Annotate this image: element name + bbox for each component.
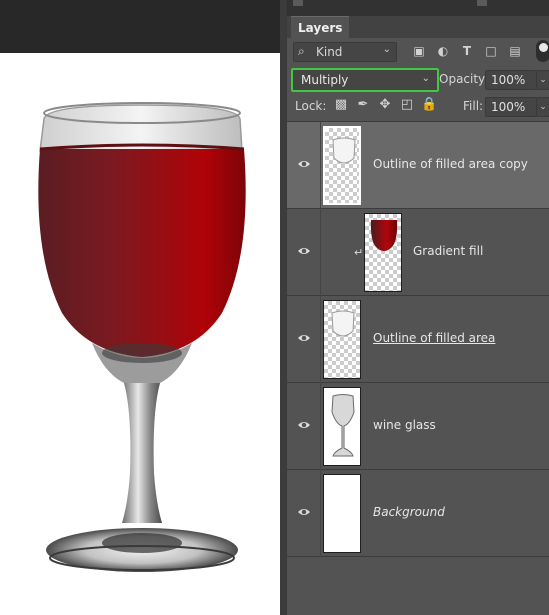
document-workspace: [0, 0, 280, 615]
layer-row[interactable]: Background: [287, 470, 549, 557]
lock-artboard-icon[interactable]: ◰: [399, 97, 415, 113]
kind-filter-label: Kind: [316, 45, 343, 59]
layer-thumbnail[interactable]: [364, 213, 402, 292]
layers-panel: Layers ⌕ Kind ⌄ ▣ ◐ T □ ▤ Multiply ⌄ Opa…: [286, 0, 549, 615]
image-filter-icon[interactable]: ▣: [411, 43, 427, 59]
filter-row: ⌕ Kind ⌄ ▣ ◐ T □ ▤: [287, 38, 549, 66]
clipping-mask-arrow-icon: ↵: [354, 246, 364, 259]
blend-mode-value: Multiply: [301, 73, 349, 87]
lock-image-pixels-icon[interactable]: ✒: [355, 97, 371, 113]
chevron-down-icon: ⌄: [421, 73, 430, 84]
layer-thumbnail[interactable]: [323, 474, 361, 553]
fill-dropdown-icon[interactable]: ⌄: [536, 97, 549, 117]
fill-field[interactable]: 100%: [485, 97, 537, 117]
visibility-column: [287, 122, 321, 209]
layer-thumbnail[interactable]: [323, 300, 361, 379]
smart-object-filter-icon[interactable]: ▤: [507, 43, 523, 59]
panel-grip-icon: [477, 0, 487, 6]
opacity-label: Opacity:: [439, 72, 489, 86]
layer-name[interactable]: Outline of filled area copy: [373, 157, 528, 171]
chevron-down-icon: ⌄: [382, 44, 391, 55]
search-icon: ⌕: [298, 44, 305, 58]
layer-name[interactable]: Outline of filled area: [373, 331, 495, 345]
lock-label: Lock:: [295, 99, 327, 113]
panel-tab-bar: Layers: [287, 16, 549, 38]
layer-thumbnail[interactable]: [323, 387, 361, 466]
layer-row[interactable]: wine glass: [287, 383, 549, 470]
lock-all-icon[interactable]: 🔒: [421, 97, 437, 113]
layer-list: Outline of filled area copy ↵ Gradient f…: [287, 121, 549, 558]
visibility-column: [287, 470, 321, 557]
fill-value: 100%: [491, 100, 526, 114]
toggle-knob: [539, 43, 548, 52]
lock-transparent-pixels-icon[interactable]: ▩: [333, 97, 349, 113]
layer-row[interactable]: ↵ Gradient fill: [287, 209, 549, 296]
shape-filter-icon[interactable]: □: [483, 43, 499, 59]
lock-position-icon[interactable]: ✥: [377, 97, 393, 113]
layer-name[interactable]: Background: [373, 505, 445, 519]
panel-top-bar: [287, 0, 549, 16]
fill-label: Fill:: [463, 99, 484, 113]
eye-icon[interactable]: [297, 244, 311, 258]
layer-row[interactable]: Outline of filled area copy: [287, 122, 549, 209]
wine-glass-image: [38, 102, 246, 572]
opacity-value: 100%: [491, 73, 526, 87]
eye-icon[interactable]: [297, 505, 311, 519]
tab-layers[interactable]: Layers: [291, 16, 350, 38]
eye-icon[interactable]: [297, 157, 311, 171]
panel-grip-icon: [293, 0, 303, 6]
kind-filter-select[interactable]: ⌕ Kind ⌄: [293, 42, 397, 62]
visibility-column: [287, 209, 321, 296]
layer-name[interactable]: wine glass: [373, 418, 436, 432]
opacity-field[interactable]: 100%: [485, 70, 537, 90]
visibility-column: [287, 296, 321, 383]
blend-mode-select[interactable]: Multiply ⌄: [291, 68, 439, 92]
layer-name[interactable]: Gradient fill: [413, 244, 483, 258]
blend-row: Multiply ⌄ Opacity: 100% ⌄: [287, 66, 549, 94]
layer-thumbnail[interactable]: [323, 126, 361, 205]
opacity-dropdown-icon[interactable]: ⌄: [536, 70, 549, 90]
adjustment-filter-icon[interactable]: ◐: [435, 43, 451, 59]
layer-row[interactable]: Outline of filled area: [287, 296, 549, 383]
filter-toggle[interactable]: [536, 40, 549, 62]
lock-row: Lock: ▩ ✒ ✥ ◰ 🔒 Fill: 100% ⌄: [287, 94, 549, 120]
eye-icon[interactable]: [297, 331, 311, 345]
document-canvas[interactable]: [0, 53, 280, 615]
panel-empty-area: [287, 558, 549, 615]
eye-icon[interactable]: [297, 418, 311, 432]
visibility-column: [287, 383, 321, 470]
type-filter-icon[interactable]: T: [459, 43, 475, 59]
